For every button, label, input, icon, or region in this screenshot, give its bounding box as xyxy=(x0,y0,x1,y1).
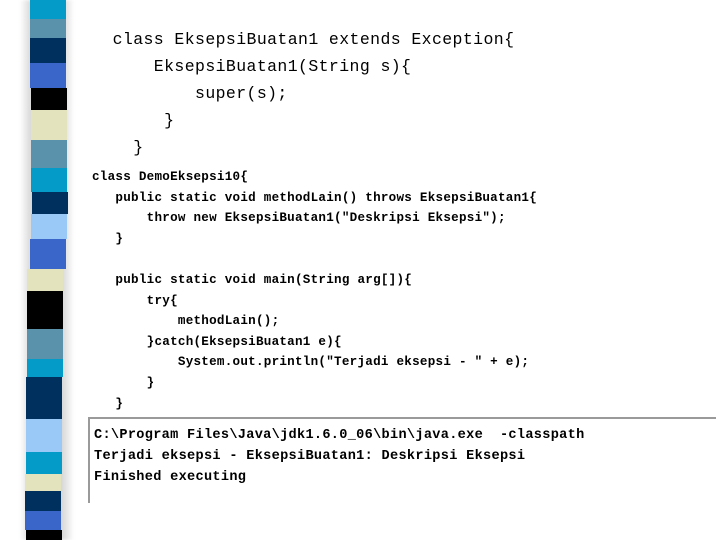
code-line: try{ xyxy=(92,293,178,308)
code-line: class EksepsiBuatan1 extends Exception{ xyxy=(92,30,515,49)
stripe-band xyxy=(25,491,61,511)
code-line: System.out.println("Terjadi eksepsi - " … xyxy=(92,355,530,370)
console-line: Terjadi eksepsi - EksepsiBuatan1: Deskri… xyxy=(94,449,526,464)
stripe-band xyxy=(30,19,66,38)
code-line: super(s); xyxy=(92,84,288,103)
stripe-band xyxy=(32,192,68,214)
stripe-band xyxy=(26,419,62,452)
stripe-band xyxy=(31,140,67,168)
stripe-band xyxy=(31,168,67,192)
demo-class-code: class DemoEksepsi10{ public static void … xyxy=(92,167,537,435)
code-line: throw new EksepsiBuatan1("Deskripsi Ekse… xyxy=(92,211,506,226)
stripe-band xyxy=(31,88,67,110)
stripe-band xyxy=(30,239,66,269)
console-output-box: C:\Program Files\Java\jdk1.6.0_06\bin\ja… xyxy=(88,417,716,503)
stripe-band xyxy=(27,329,63,359)
left-color-stripe xyxy=(0,0,86,540)
stripe-band xyxy=(30,63,66,88)
stripe-band xyxy=(27,269,63,291)
stripe-band xyxy=(26,530,62,540)
code-line: EksepsiBuatan1(String s){ xyxy=(92,57,412,76)
stripe-band xyxy=(26,377,62,419)
console-output-text: C:\Program Files\Java\jdk1.6.0_06\bin\ja… xyxy=(94,425,585,488)
exception-class-code: class EksepsiBuatan1 extends Exception{ … xyxy=(92,26,514,161)
code-line: public static void methodLain() throws E… xyxy=(92,190,538,205)
stripe-bands xyxy=(0,0,68,540)
stripe-band xyxy=(31,110,67,140)
code-line: } xyxy=(92,138,144,157)
code-line: } xyxy=(92,396,124,411)
stripe-band xyxy=(26,452,62,474)
stripe-band xyxy=(27,359,63,377)
stripe-band xyxy=(30,0,66,19)
stripe-band xyxy=(31,214,67,239)
stripe-band xyxy=(30,38,66,63)
console-line: Finished executing xyxy=(94,470,247,485)
console-line: C:\Program Files\Java\jdk1.6.0_06\bin\ja… xyxy=(94,428,585,443)
stripe-band xyxy=(27,291,63,329)
code-line: } xyxy=(92,375,155,390)
code-line: } xyxy=(92,231,124,246)
stripe-band xyxy=(25,474,61,491)
code-line: }catch(EksepsiBuatan1 e){ xyxy=(92,334,342,349)
slide-canvas: class EksepsiBuatan1 extends Exception{ … xyxy=(0,0,720,540)
code-line: class DemoEksepsi10{ xyxy=(92,170,249,184)
stripe-band xyxy=(25,511,61,530)
code-line: } xyxy=(92,111,175,130)
code-line: public static void main(String arg[]){ xyxy=(92,272,413,287)
code-line: methodLain(); xyxy=(92,314,280,329)
